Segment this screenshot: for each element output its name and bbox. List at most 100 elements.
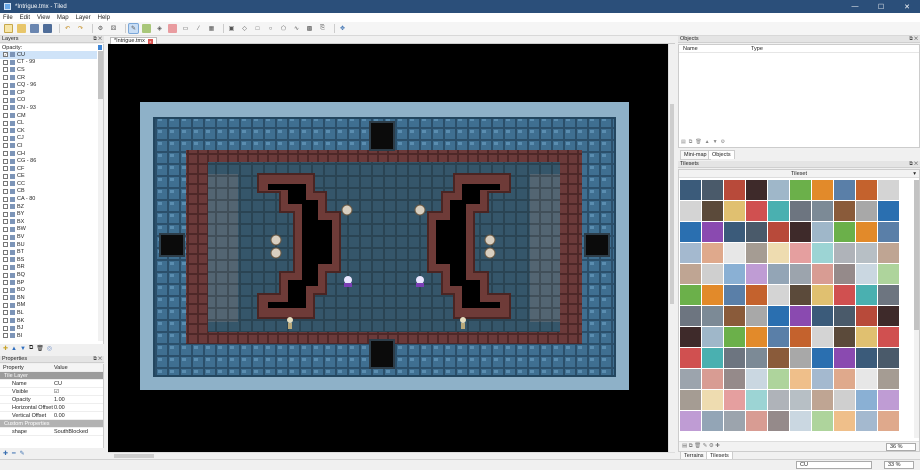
tileset-tile[interactable] [702, 264, 723, 284]
tileset-actions-icons[interactable]: ▤ ⧉ 🗑 ✎ ⚙ ✚ [682, 443, 720, 450]
layer-visibility-checkbox[interactable] [3, 272, 8, 278]
redo-icon[interactable]: ↷ [76, 24, 85, 33]
tileset-tile[interactable] [878, 222, 899, 242]
tileset-tile[interactable] [768, 222, 789, 242]
tileset-tile[interactable] [724, 390, 745, 410]
rect-select-icon[interactable]: ▭ [181, 24, 190, 33]
tileset-tile[interactable] [790, 306, 811, 326]
tileset-tile[interactable] [790, 180, 811, 200]
layer-visibility-checkbox[interactable] [3, 204, 8, 210]
map-canvas[interactable] [108, 44, 668, 452]
tileset-tile[interactable] [724, 222, 745, 242]
tileset-tile[interactable] [724, 348, 745, 368]
layer-visibility-checkbox[interactable] [3, 249, 8, 255]
layer-item[interactable]: CT - 99 [0, 59, 97, 67]
layer-item[interactable]: BQ [0, 271, 97, 279]
tileset-tile[interactable] [812, 327, 833, 347]
layer-item[interactable]: CM [0, 112, 97, 120]
insert-ellipse-icon[interactable]: ○ [266, 24, 275, 33]
move-layer-down-icon[interactable]: ▼ [20, 346, 26, 352]
layer-item[interactable]: BW [0, 226, 97, 234]
insert-tile-icon[interactable]: ▩ [305, 24, 314, 33]
layer-visibility-checkbox[interactable] [3, 113, 8, 119]
tileset-tile[interactable] [856, 243, 877, 263]
layer-item[interactable]: BJ [0, 324, 97, 332]
tileset-tile[interactable] [702, 411, 723, 431]
layer-item[interactable]: CI [0, 142, 97, 150]
layer-item[interactable]: CA - 80 [0, 195, 97, 203]
layer-visibility-checkbox[interactable] [3, 82, 8, 88]
layer-item[interactable]: BV [0, 233, 97, 241]
objects-new-icon[interactable]: ▤ [681, 139, 686, 145]
tileset-tile[interactable] [812, 201, 833, 221]
add-property-icon[interactable]: ✚ [3, 450, 8, 457]
tileset-tile[interactable] [702, 390, 723, 410]
layer-item[interactable]: BM [0, 302, 97, 310]
tileset-tile[interactable] [746, 201, 767, 221]
menu-edit[interactable]: Edit [20, 15, 30, 21]
tileset-tile[interactable] [790, 201, 811, 221]
tileset-tile[interactable] [856, 369, 877, 389]
tileset-tile[interactable] [834, 411, 855, 431]
tileset-tile[interactable] [680, 411, 701, 431]
tileset-tile[interactable] [768, 243, 789, 263]
layer-visibility-checkbox[interactable] [3, 128, 8, 134]
close-tab-icon[interactable]: x [147, 38, 153, 44]
tileset-tile[interactable] [724, 201, 745, 221]
layer-item[interactable]: CF [0, 165, 97, 173]
tileset-tile[interactable] [834, 201, 855, 221]
tileset-tile[interactable] [790, 243, 811, 263]
tileset-tile[interactable] [702, 285, 723, 305]
tileset-tile[interactable] [746, 327, 767, 347]
layer-visibility-checkbox[interactable] [3, 310, 8, 316]
tileset-tile[interactable] [878, 243, 899, 263]
layer-visibility-checkbox[interactable] [3, 219, 8, 225]
tileset-tile[interactable] [812, 222, 833, 242]
layer-visibility-checkbox[interactable] [3, 67, 8, 73]
panel-float-close-icon[interactable]: ⧉ ✕ [93, 36, 102, 43]
tileset-tile[interactable] [702, 243, 723, 263]
tileset-tile[interactable] [790, 222, 811, 242]
layer-visibility-checkbox[interactable] [3, 181, 8, 187]
tileset-tile[interactable] [702, 348, 723, 368]
objects-delete-icon[interactable]: 🗑 [695, 139, 701, 145]
tileset-tile[interactable] [856, 285, 877, 305]
close-button[interactable]: ✕ [894, 0, 920, 13]
layer-visibility-checkbox[interactable] [3, 120, 8, 126]
tileset-tile[interactable] [746, 285, 767, 305]
eraser-icon[interactable] [168, 24, 177, 33]
save-all-icon[interactable] [43, 24, 52, 33]
tileset-tile[interactable] [856, 201, 877, 221]
tileset-tile[interactable] [812, 180, 833, 200]
tileset-tile[interactable] [746, 348, 767, 368]
tileset-tile[interactable] [768, 327, 789, 347]
layer-item[interactable]: CK [0, 127, 97, 135]
random-mode-icon[interactable]: ⚄ [109, 24, 118, 33]
layer-item[interactable]: CJ [0, 135, 97, 143]
tileset-tile[interactable] [856, 180, 877, 200]
layer-item[interactable]: CH [0, 150, 97, 158]
tileset-tile[interactable] [834, 369, 855, 389]
tileset-tile[interactable] [680, 390, 701, 410]
tileset-tile[interactable] [746, 243, 767, 263]
layer-item[interactable]: BI [0, 332, 97, 340]
prop-opacity-value[interactable]: 1.00 [54, 397, 65, 403]
new-icon[interactable] [4, 24, 13, 33]
layer-item[interactable]: CL [0, 119, 97, 127]
menu-help[interactable]: Help [98, 15, 110, 21]
layer-item[interactable]: BS [0, 256, 97, 264]
tileset-tile[interactable] [812, 411, 833, 431]
tileset-tile[interactable] [680, 201, 701, 221]
layer-visibility-checkbox[interactable] [3, 90, 8, 96]
document-tab[interactable]: *Intrigue.tmx x [110, 37, 157, 44]
tileset-tile[interactable] [878, 369, 899, 389]
tileset-tile[interactable] [680, 369, 701, 389]
layer-item[interactable]: CR [0, 74, 97, 82]
layer-visibility-checkbox[interactable] [3, 242, 8, 248]
delete-layer-icon[interactable]: 🗑 [36, 345, 44, 352]
stamp-brush-icon[interactable]: ✎ [128, 23, 139, 34]
tileset-tile[interactable] [878, 390, 899, 410]
bucket-fill-icon[interactable]: ◈ [155, 24, 164, 33]
layer-item[interactable]: CB [0, 188, 97, 196]
tileset-tile[interactable] [812, 306, 833, 326]
